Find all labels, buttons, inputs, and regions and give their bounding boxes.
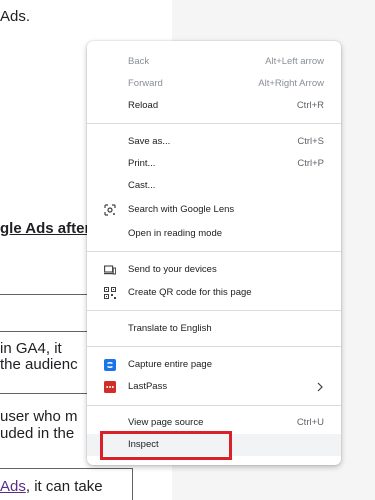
qr-code-icon: [104, 287, 116, 299]
doc-heading-line: gle Ads after: [0, 220, 91, 237]
menu-separator: [87, 346, 341, 347]
chevron-right-icon: [317, 382, 323, 392]
menu-item-label: LastPass: [128, 381, 168, 392]
doc-text-line: in GA4, it: [0, 340, 62, 357]
menu-item-label: Cast...: [128, 180, 156, 191]
menu-item-shortcut: Ctrl+P: [297, 158, 324, 169]
lastpass-icon: [104, 381, 116, 393]
menu-separator: [87, 251, 341, 252]
menu-item-label: Send to your devices: [128, 264, 217, 275]
menu-separator: [87, 405, 341, 406]
menu-item-qr-code[interactable]: Create QR code for this page: [87, 282, 341, 304]
menu-item-label: Translate to English: [128, 323, 212, 334]
menu-item-shortcut: Ctrl+R: [296, 100, 324, 111]
menu-item-shortcut: Alt+Right Arrow: [258, 78, 324, 89]
menu-item-reload[interactable]: Reload Ctrl+R: [87, 95, 341, 117]
table-border: [0, 468, 132, 469]
menu-item-lastpass[interactable]: LastPass: [87, 376, 341, 398]
menu-item-send-to-devices[interactable]: Send to your devices: [87, 259, 341, 281]
menu-item-label: View page source: [128, 417, 204, 428]
menu-item-label: Reload: [128, 100, 159, 111]
google-lens-icon: [104, 204, 116, 216]
context-menu: Back Alt+Left arrow Forward Alt+Right Ar…: [87, 41, 341, 465]
doc-link-line: Ads, it can take: [0, 478, 103, 495]
table-border: [132, 468, 133, 500]
menu-item-back[interactable]: Back Alt+Left arrow: [87, 51, 341, 73]
menu-item-google-lens[interactable]: Search with Google Lens: [87, 199, 341, 221]
doc-text-line: Ads.: [0, 8, 31, 25]
menu-separator: [87, 123, 341, 124]
inspect-highlight-box: [100, 431, 232, 460]
menu-item-shortcut: Alt+Left arrow: [265, 56, 324, 67]
menu-separator: [87, 310, 341, 311]
menu-item-cast[interactable]: Cast...: [87, 175, 341, 197]
menu-item-reading-mode[interactable]: Open in reading mode: [87, 223, 341, 245]
menu-item-label: Create QR code for this page: [128, 287, 252, 298]
doc-text: , it can take: [25, 478, 103, 495]
menu-item-label: Save as...: [128, 136, 171, 147]
doc-text-line: user who m: [0, 408, 78, 425]
capture-page-icon: [104, 359, 116, 371]
menu-item-shortcut: Ctrl+S: [297, 136, 324, 147]
menu-item-capture-page[interactable]: Capture entire page: [87, 354, 341, 376]
menu-item-print[interactable]: Print... Ctrl+P: [87, 153, 341, 175]
menu-item-save-as[interactable]: Save as... Ctrl+S: [87, 131, 341, 153]
menu-item-label: Open in reading mode: [128, 228, 223, 239]
menu-item-label: Search with Google Lens: [128, 204, 235, 215]
menu-item-shortcut: Ctrl+U: [296, 417, 324, 428]
devices-icon: [104, 265, 116, 275]
menu-item-translate[interactable]: Translate to English: [87, 318, 341, 340]
menu-item-forward[interactable]: Forward Alt+Right Arrow: [87, 73, 341, 95]
menu-item-label: Back: [128, 56, 150, 67]
menu-item-label: Print...: [128, 158, 156, 169]
menu-item-label: Forward: [128, 78, 163, 89]
doc-text-line: uded in the: [0, 425, 75, 442]
ads-link[interactable]: Ads: [0, 478, 26, 495]
doc-text-line: the audienc: [0, 356, 78, 373]
menu-item-label: Capture entire page: [128, 359, 212, 370]
